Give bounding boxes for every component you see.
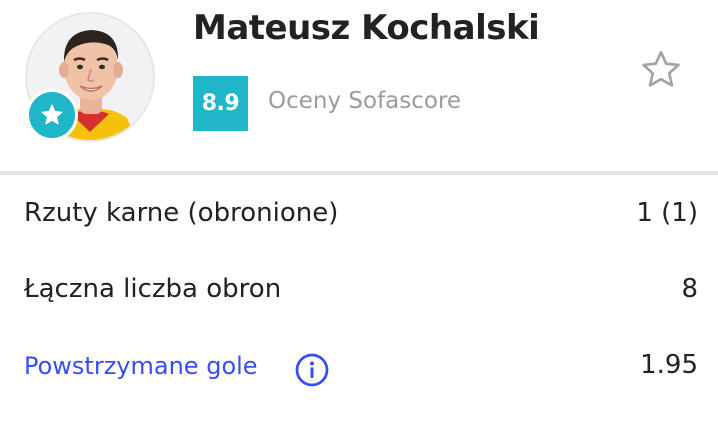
stat-row-penalties: Rzuty karne (obronione) 1 (1) xyxy=(0,176,718,252)
goals-prevented-link[interactable]: Powstrzymane gole xyxy=(24,352,258,380)
player-header: Mateusz Kochalski 8.9 Oceny Sofascore xyxy=(0,0,718,168)
stat-value: 1.95 xyxy=(640,350,698,380)
stat-row-total-saves: Łączna liczba obron 8 xyxy=(0,252,718,328)
rating-source-label: Oceny Sofascore xyxy=(268,88,462,114)
rating-badge: 8.9 xyxy=(193,76,248,131)
stat-value: 8 xyxy=(681,274,698,304)
stat-label: Rzuty karne (obronione) xyxy=(24,198,339,228)
stat-value: 1 (1) xyxy=(636,198,698,228)
star-badge-icon xyxy=(26,89,78,141)
header-divider xyxy=(0,171,718,175)
player-name: Mateusz Kochalski xyxy=(193,8,540,48)
stat-row-goals-prevented: Powstrzymane gole 1.95 xyxy=(0,328,718,404)
avatar-container[interactable] xyxy=(25,12,155,142)
favorite-star-icon[interactable] xyxy=(636,45,686,95)
stat-label: Łączna liczba obron xyxy=(24,274,282,304)
info-icon[interactable] xyxy=(292,350,332,390)
